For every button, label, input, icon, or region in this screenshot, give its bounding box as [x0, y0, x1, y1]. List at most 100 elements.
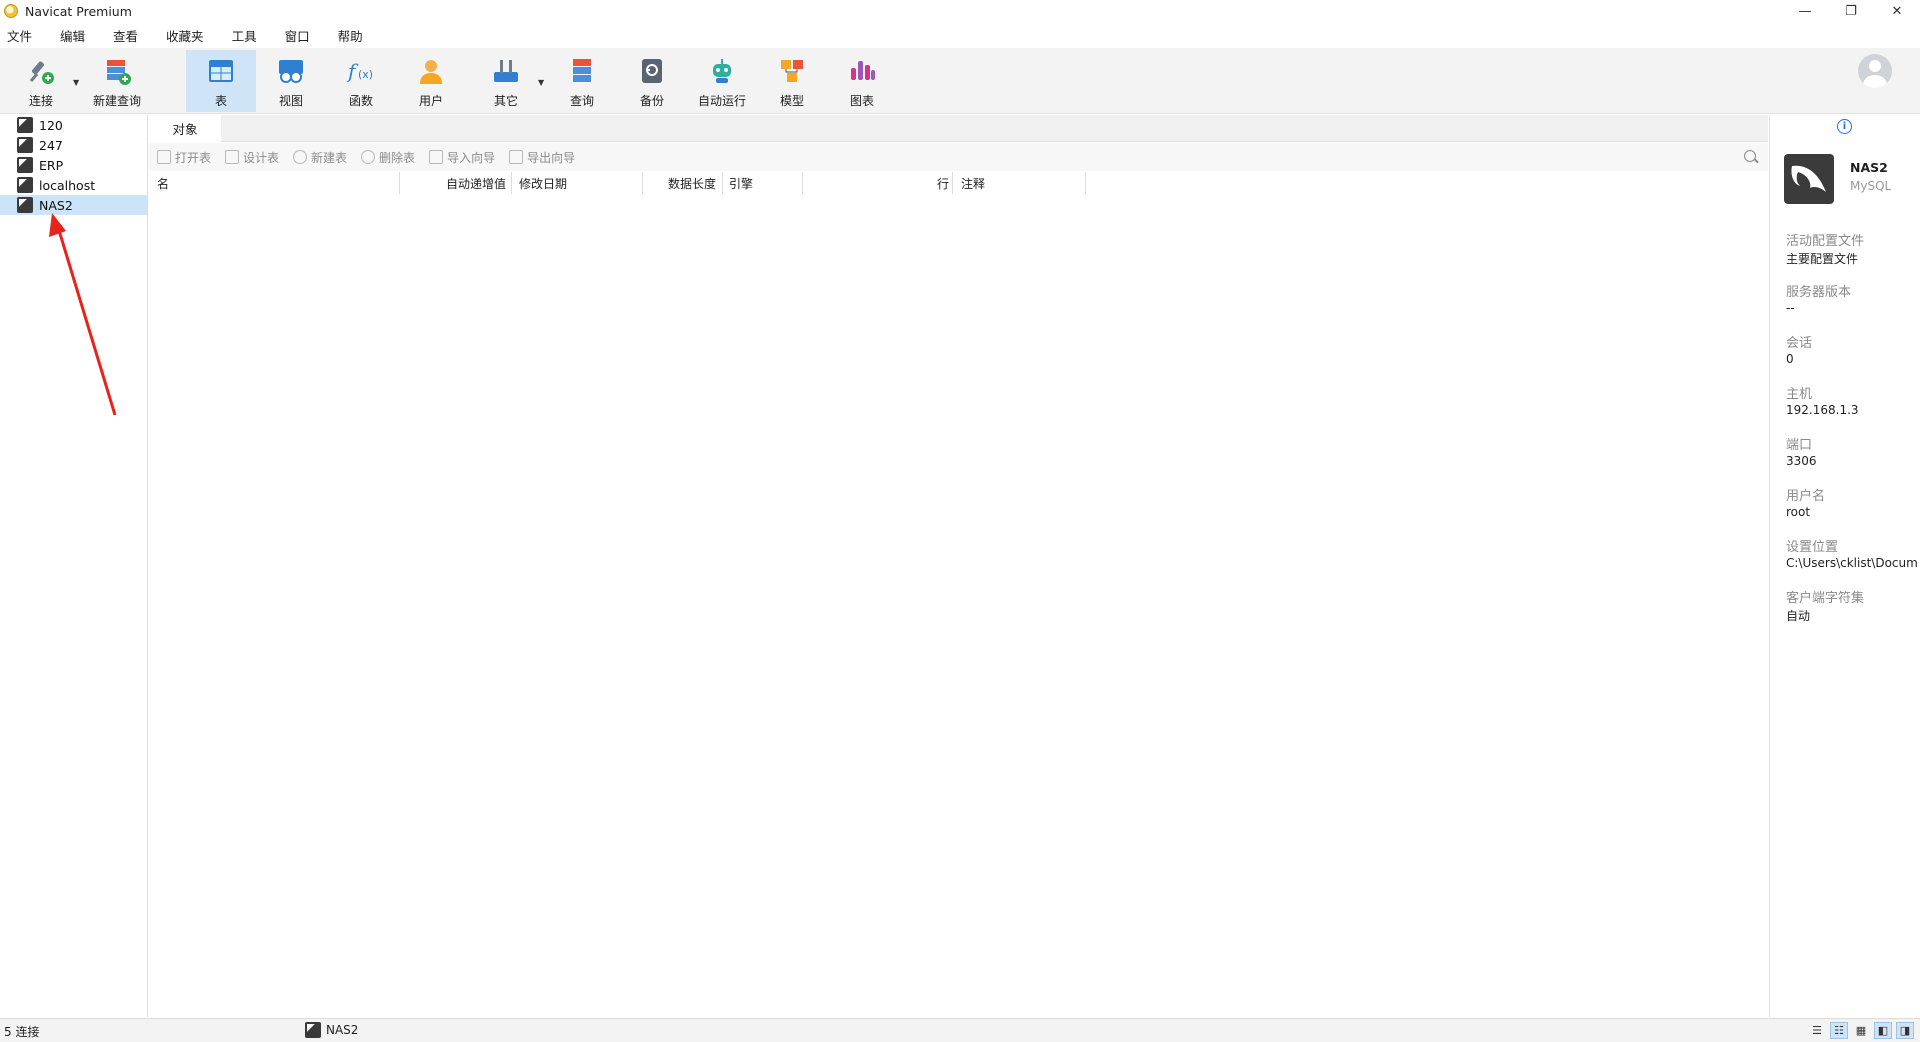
mysql-connection-icon	[17, 157, 33, 173]
connect-dropdown-icon[interactable]: ▼	[73, 78, 79, 87]
connection-label: ERP	[39, 157, 64, 173]
column-rows[interactable]: 行	[937, 172, 949, 194]
grid-view-icon[interactable]: ▦	[1852, 1022, 1870, 1039]
minimize-button[interactable]: —	[1782, 0, 1828, 22]
server-version-label: 服务器版本	[1786, 285, 1852, 300]
current-connection-label: NAS2	[326, 1023, 359, 1037]
info-icon[interactable]: i	[1837, 119, 1852, 134]
server-version-value: --	[1786, 301, 1795, 315]
detail-view-icon[interactable]: ☷	[1830, 1022, 1848, 1039]
column-modified-date[interactable]: 修改日期	[519, 172, 567, 194]
delete-table-button[interactable]: 删除表	[361, 149, 415, 166]
connection-item-erp[interactable]: ERP	[0, 155, 147, 175]
backup-icon	[637, 56, 667, 86]
search-icon[interactable]	[1744, 150, 1756, 162]
column-comment[interactable]: 注释	[961, 172, 985, 194]
toggle-info-pane-icon[interactable]: ◨	[1896, 1022, 1914, 1039]
connection-item-120[interactable]: 120	[0, 115, 147, 135]
others-dropdown-icon[interactable]: ▼	[538, 78, 544, 87]
connection-count: 5 连接	[4, 1025, 40, 1039]
connection-item-nas2[interactable]: NAS2	[0, 195, 147, 215]
view-icon	[276, 56, 306, 86]
new-table-button[interactable]: 新建表	[293, 149, 347, 166]
query-icon	[567, 56, 597, 86]
menu-help[interactable]: 帮助	[331, 26, 374, 45]
functions-label: 函数	[348, 94, 373, 108]
host-value: 192.168.1.3	[1786, 403, 1859, 417]
charts-button[interactable]: 图表	[827, 50, 897, 112]
table-icon	[206, 56, 236, 86]
export-wizard-button[interactable]: 导出向导	[509, 149, 575, 166]
automation-button[interactable]: 自动运行	[687, 50, 757, 112]
column-name[interactable]: 名	[157, 172, 169, 194]
column-divider[interactable]	[511, 172, 512, 194]
users-label: 用户	[418, 94, 443, 108]
column-divider[interactable]	[642, 172, 643, 194]
models-button[interactable]: 模型	[757, 50, 827, 112]
connection-tree: 120 247 ERP localhost NAS2	[0, 115, 148, 1017]
window-controls: — ❐ ✕	[1782, 0, 1920, 22]
design-table-button[interactable]: 设计表	[225, 149, 279, 166]
current-connection: NAS2	[305, 1022, 358, 1038]
backup-button[interactable]: 备份	[617, 50, 687, 112]
charts-label: 图表	[849, 94, 874, 108]
close-button[interactable]: ✕	[1874, 0, 1920, 22]
user-avatar-icon[interactable]	[1858, 54, 1892, 88]
automation-label: 自动运行	[697, 94, 746, 108]
plus-circle-icon	[293, 150, 308, 164]
pencil-icon	[225, 150, 240, 164]
queries-button[interactable]: 查询	[547, 50, 617, 112]
mysql-connection-icon	[17, 177, 33, 193]
tab-objects[interactable]: 对象	[149, 115, 221, 142]
column-divider[interactable]	[802, 172, 803, 194]
import-wizard-button[interactable]: 导入向导	[429, 149, 495, 166]
menu-window[interactable]: 窗口	[278, 26, 321, 45]
mysql-connection-icon	[17, 137, 33, 153]
user-icon	[416, 56, 446, 86]
views-button[interactable]: 视图	[256, 50, 326, 112]
column-divider[interactable]	[722, 172, 723, 194]
title-bar: Navicat Premium — ❐ ✕	[0, 0, 1920, 22]
others-button[interactable]: 其它	[471, 50, 541, 112]
column-auto-increment[interactable]: 自动递增值	[446, 172, 506, 194]
username-value: root	[1786, 505, 1811, 519]
functions-button[interactable]: f (x) 函数	[326, 50, 396, 112]
plug-icon	[26, 56, 56, 86]
toggle-sidebar-icon[interactable]: ◧	[1874, 1022, 1892, 1039]
list-view-icon[interactable]: ☰	[1808, 1022, 1826, 1039]
object-toolbar: 打开表 设计表 新建表 删除表 导入向导 导出向导	[149, 143, 1768, 171]
open-table-button[interactable]: 打开表	[157, 149, 211, 166]
connection-label: localhost	[39, 177, 96, 193]
mysql-connection-icon	[17, 117, 33, 133]
connect-button[interactable]: 连接	[6, 50, 76, 112]
connection-item-localhost[interactable]: localhost	[0, 175, 147, 195]
minus-circle-icon	[361, 150, 376, 164]
status-bar: 5 连接 NAS2 ☰ ☷ ▦ ◧ ◨	[0, 1018, 1920, 1042]
folder-open-icon	[157, 150, 171, 164]
column-data-length[interactable]: 数据长度	[668, 172, 716, 194]
views-label: 视图	[278, 94, 303, 108]
column-divider[interactable]	[1085, 172, 1086, 194]
restore-button[interactable]: ❐	[1828, 0, 1874, 22]
column-divider[interactable]	[399, 172, 400, 194]
new-query-label: 新建查询	[92, 94, 141, 108]
menu-tools[interactable]: 工具	[225, 26, 268, 45]
connection-item-247[interactable]: 247	[0, 135, 147, 155]
mysql-connection-icon	[17, 197, 33, 213]
models-label: 模型	[779, 94, 804, 108]
menu-edit[interactable]: 编辑	[53, 26, 96, 45]
menu-favorites[interactable]: 收藏夹	[159, 26, 215, 45]
username-label: 用户名	[1786, 489, 1826, 504]
column-engine[interactable]: 引擎	[729, 172, 753, 194]
object-list-area[interactable]	[149, 195, 1768, 1017]
queries-label: 查询	[569, 94, 594, 108]
column-divider[interactable]	[952, 172, 953, 194]
users-button[interactable]: 用户	[396, 50, 466, 112]
new-query-button[interactable]: 新建查询	[82, 50, 152, 112]
menu-view[interactable]: 查看	[106, 26, 149, 45]
export-wizard-label: 导出向导	[527, 150, 576, 165]
menu-file[interactable]: 文件	[0, 26, 43, 45]
tables-button[interactable]: 表	[186, 50, 256, 112]
port-value: 3306	[1786, 454, 1817, 468]
settings-location-value: C:\Users\cklist\Docum	[1786, 556, 1918, 570]
